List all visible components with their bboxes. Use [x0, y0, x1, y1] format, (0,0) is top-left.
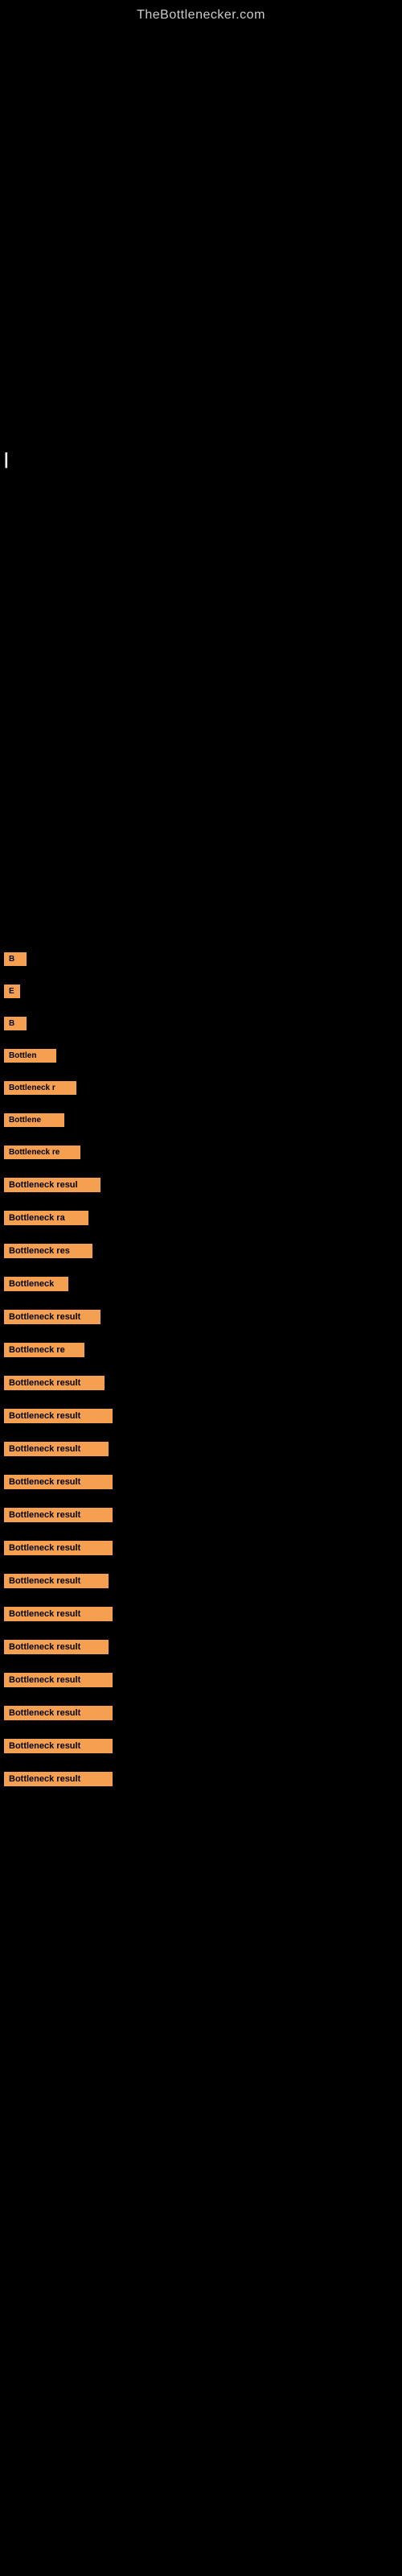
bottleneck-result-badge[interactable]: Bottleneck resul: [4, 1178, 100, 1192]
results-section: B E B Bottlen Bottleneck r Bottlene Bottleneck…: [0, 952, 402, 1790]
result-item: Bottleneck resul: [4, 1178, 402, 1196]
bottleneck-result-badge[interactable]: Bottlen: [4, 1049, 56, 1063]
result-item: Bottleneck result: [4, 1409, 402, 1427]
result-item: Bottleneck result: [4, 1574, 402, 1592]
bottleneck-result-badge[interactable]: Bottleneck result: [4, 1541, 113, 1555]
bottleneck-result-badge[interactable]: Bottleneck result: [4, 1442, 109, 1456]
bottleneck-result-badge[interactable]: Bottleneck result: [4, 1640, 109, 1654]
result-item: Bottleneck result: [4, 1442, 402, 1460]
result-item: B: [4, 1017, 402, 1034]
bottleneck-result-badge[interactable]: Bottleneck result: [4, 1376, 105, 1390]
site-title: TheBottlenecker.com: [0, 0, 402, 27]
bottleneck-result-badge[interactable]: Bottlene: [4, 1113, 64, 1127]
bottleneck-result-badge[interactable]: Bottleneck result: [4, 1772, 113, 1786]
bottleneck-result-badge[interactable]: Bottleneck result: [4, 1310, 100, 1324]
result-item: Bottleneck result: [4, 1475, 402, 1493]
bottleneck-result-badge[interactable]: Bottleneck re: [4, 1343, 84, 1357]
result-item: Bottleneck result: [4, 1376, 402, 1394]
result-item: Bottleneck result: [4, 1706, 402, 1724]
result-item: Bottleneck ra: [4, 1211, 402, 1229]
bottleneck-result-badge[interactable]: Bottleneck re: [4, 1146, 80, 1159]
result-item: E: [4, 985, 402, 1002]
bottleneck-result-badge[interactable]: Bottleneck result: [4, 1607, 113, 1621]
bottleneck-result-badge[interactable]: Bottleneck ra: [4, 1211, 88, 1225]
bottleneck-result-badge[interactable]: Bottleneck result: [4, 1706, 113, 1720]
result-item: Bottlene: [4, 1113, 402, 1131]
result-item: Bottleneck result: [4, 1673, 402, 1691]
result-item: Bottleneck result: [4, 1640, 402, 1658]
bottleneck-result-badge[interactable]: Bottleneck res: [4, 1244, 92, 1258]
bottleneck-result-badge[interactable]: Bottleneck result: [4, 1508, 113, 1522]
bottleneck-result-badge[interactable]: Bottleneck r: [4, 1081, 76, 1095]
result-item: Bottleneck result: [4, 1772, 402, 1790]
result-item: Bottleneck result: [4, 1541, 402, 1559]
result-item: Bottleneck result: [4, 1508, 402, 1526]
bottleneck-result-badge[interactable]: Bottleneck: [4, 1277, 68, 1291]
result-item: Bottleneck res: [4, 1244, 402, 1262]
bottleneck-result-badge[interactable]: Bottleneck result: [4, 1409, 113, 1423]
result-item: Bottleneck: [4, 1277, 402, 1295]
bottleneck-result-badge[interactable]: B: [4, 952, 27, 966]
top-black-area: [0, 27, 402, 469]
result-item: Bottleneck re: [4, 1343, 402, 1361]
result-item: Bottleneck result: [4, 1607, 402, 1625]
main-content: TheBottlenecker.com | B E B Bottlen Bottlene…: [0, 0, 402, 1821]
result-item: Bottleneck result: [4, 1739, 402, 1757]
bottleneck-result-badge[interactable]: E: [4, 985, 20, 998]
result-item: Bottlen: [4, 1049, 402, 1067]
cursor-indicator: |: [4, 451, 9, 469]
bottleneck-result-badge[interactable]: Bottleneck result: [4, 1475, 113, 1489]
result-item: Bottleneck re: [4, 1146, 402, 1163]
result-item: B: [4, 952, 402, 970]
result-item: Bottleneck r: [4, 1081, 402, 1099]
bottleneck-result-badge[interactable]: Bottleneck result: [4, 1574, 109, 1588]
bottleneck-result-badge[interactable]: Bottleneck result: [4, 1739, 113, 1753]
result-item: Bottleneck result: [4, 1310, 402, 1328]
bottleneck-result-badge[interactable]: Bottleneck result: [4, 1673, 113, 1687]
bottleneck-result-badge[interactable]: B: [4, 1017, 27, 1030]
